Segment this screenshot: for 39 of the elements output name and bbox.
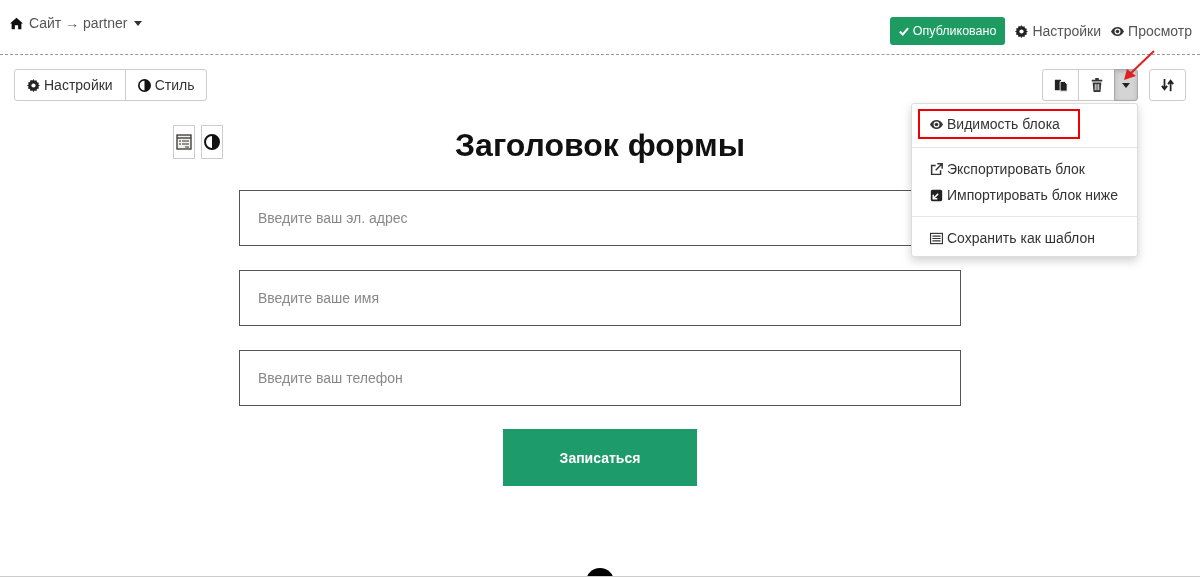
form-heading: Заголовок формы	[455, 126, 745, 165]
delete-button[interactable]	[1078, 69, 1115, 101]
copy-button[interactable]	[1042, 69, 1079, 101]
eye-icon	[1111, 24, 1125, 38]
import-icon	[930, 188, 943, 202]
list-icon	[930, 231, 943, 245]
settings-link[interactable]: Настройки	[1015, 23, 1102, 39]
form-icon	[176, 134, 192, 150]
gear-icon	[1015, 24, 1029, 38]
sort-icon	[1160, 78, 1175, 92]
breadcrumb-menu[interactable]: Сайт → partner	[10, 15, 143, 31]
caret-icon	[134, 20, 143, 26]
contrast-icon	[204, 134, 220, 150]
gear-icon	[27, 78, 40, 92]
published-button[interactable]: Опубликовано	[889, 17, 1006, 45]
menu-item[interactable]: Экспортировать блок	[918, 156, 1097, 182]
input-field[interactable]: Введите ваш эл. адрес	[239, 190, 911, 246]
contrast-icon	[137, 78, 151, 92]
preview-link[interactable]: Просмотр	[1111, 23, 1192, 39]
input-field[interactable]: Введите ваш телефон	[239, 350, 961, 406]
dropdown-toggle[interactable]	[1114, 69, 1138, 101]
input-field[interactable]: Введите ваше имя	[239, 270, 961, 326]
form-settings-button[interactable]	[173, 125, 195, 159]
menu-item[interactable]: Сохранить как шаблон	[918, 225, 1107, 251]
style-button[interactable]	[201, 125, 223, 159]
copy-icon	[1053, 78, 1068, 92]
menu-item[interactable]: Импортировать блок ниже	[918, 182, 1130, 208]
menu-item[interactable]: Видимость блока	[918, 109, 1080, 139]
style-button[interactable]: Стиль	[124, 69, 208, 101]
submit-button[interactable]: Записаться	[503, 429, 697, 486]
caret-icon	[1122, 82, 1130, 88]
home-icon	[10, 16, 23, 30]
trash-icon	[1089, 78, 1104, 92]
eye-icon	[930, 117, 943, 131]
arrow-annotation	[1122, 50, 1156, 82]
sort-button[interactable]	[1149, 69, 1186, 101]
check-icon	[898, 26, 909, 36]
settings-button[interactable]: Настройки	[14, 69, 126, 101]
external-link-icon	[930, 162, 943, 176]
